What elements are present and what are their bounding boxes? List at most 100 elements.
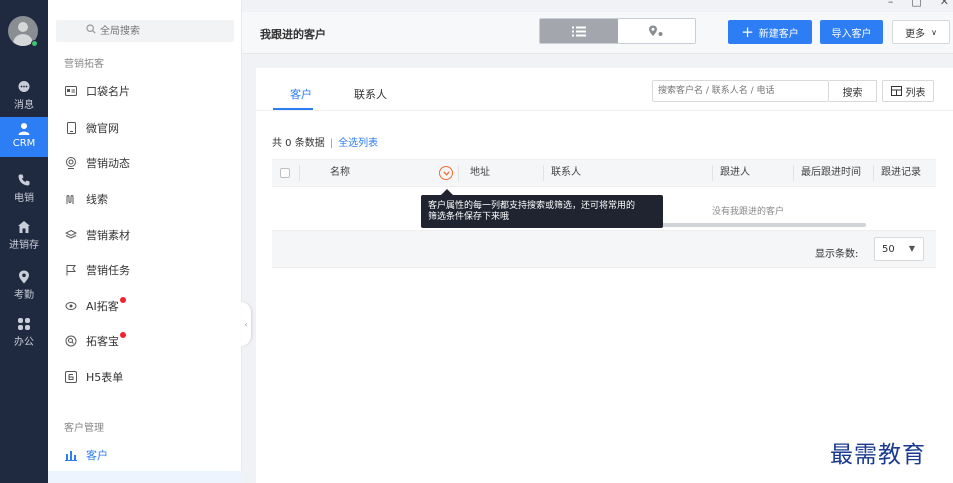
column-header-address[interactable]: 地址 (470, 160, 490, 186)
notification-badge (119, 297, 126, 303)
rail-item-label: 办公 (14, 337, 34, 348)
tooltip-line-2: 筛选条件保存下来哦 (428, 212, 510, 222)
sidebar-item-customers[interactable]: 客户 (64, 444, 234, 466)
sidebar-active-sub-item[interactable] (48, 471, 242, 483)
tooltip-line-1: 客户属性的每一列都支持搜索或筛选，还可将常用的 (428, 201, 636, 211)
sidebar-item-micro-site[interactable]: 微官网 (64, 117, 234, 139)
rail-item-messages[interactable]: 消息 (0, 75, 48, 115)
select-all-link[interactable]: 全选列表 (338, 138, 378, 149)
chevron-left-icon: ‹ (244, 319, 248, 329)
column-header-contact[interactable]: 联系人 (551, 160, 581, 186)
tab-customers[interactable]: 客户 (290, 86, 312, 102)
location-pin-icon (19, 270, 29, 284)
search-button[interactable]: 搜索 (829, 80, 877, 102)
sidebar-item-label: 线索 (86, 193, 108, 206)
layers-icon (64, 228, 78, 242)
maximize-button[interactable]: □ (911, 0, 921, 8)
plus-icon: + (741, 23, 754, 41)
online-status-dot (31, 40, 38, 47)
table-icon (890, 86, 902, 96)
map-view-button[interactable] (617, 19, 695, 43)
phone-icon (18, 174, 30, 186)
home-icon (18, 221, 30, 233)
apps-grid-icon (18, 318, 30, 330)
pagination-bar: 显示条数: 50 ▼ (272, 230, 936, 268)
column-filter-icon[interactable] (439, 166, 453, 180)
list-mode-button[interactable]: 列表 (882, 80, 934, 102)
column-divider (793, 165, 794, 181)
sidebar-item-marketing-materials[interactable]: 营销素材 (64, 224, 234, 246)
content-card: 客户 联系人 搜索 列表 共 0 条数据 | 全选列表 名称 地址 联系人 跟进人 … (256, 68, 953, 483)
message-icon (18, 81, 30, 92)
column-divider (712, 165, 713, 181)
sidebar-item-label: H5表单 (86, 371, 124, 384)
rail-item-label: 消息 (14, 100, 34, 111)
customer-search-input[interactable] (653, 81, 828, 101)
rail-item-office[interactable]: 办公 (0, 312, 48, 352)
page-title: 我跟进的客户 (260, 28, 326, 41)
sidebar-collapse-button[interactable]: ‹ (241, 302, 251, 346)
rail-item-label: 进销存 (9, 240, 39, 251)
form-icon (64, 370, 78, 384)
global-search[interactable] (56, 20, 234, 42)
ai-icon (64, 299, 78, 313)
column-header-name[interactable]: 名称 (330, 160, 350, 186)
sidebar-item-label: AI拓客 (86, 300, 119, 313)
chevron-down-icon: ∨ (931, 27, 937, 37)
sidebar-item-label: 微官网 (86, 122, 119, 135)
sidebar-item-tuokebao[interactable]: 拓客宝 (64, 330, 234, 352)
new-customer-button[interactable]: + 新建客户 (728, 20, 812, 44)
column-divider (299, 165, 300, 181)
table-header: 名称 地址 联系人 跟进人 最后跟进时间 跟进记录 (272, 159, 936, 187)
column-header-follow-records[interactable]: 跟进记录 (881, 160, 921, 186)
watermark-logo: 最需教育 (830, 442, 926, 468)
import-customer-label: 导入客户 (831, 28, 872, 40)
app-rail: 消息 CRM 电销 进销存 考勤 办公 (0, 0, 48, 483)
column-divider (543, 165, 544, 181)
sidebar-item-ai-prospecting[interactable]: AI拓客 (64, 295, 234, 317)
tab-contacts[interactable]: 联系人 (354, 86, 387, 102)
column-divider (873, 165, 874, 181)
minimize-button[interactable]: – (888, 0, 894, 8)
sidebar-group-marketing: 营销拓客 (64, 59, 104, 70)
notification-badge (120, 332, 126, 338)
sidebar-item-pocket-card[interactable]: 口袋名片 (64, 80, 234, 102)
rail-item-attendance[interactable]: 考勤 (0, 265, 48, 305)
record-count: 共 0 条数据 (272, 138, 325, 149)
sidebar-item-label: 营销动态 (86, 157, 130, 170)
sidebar-item-marketing-tasks[interactable]: 营销任务 (64, 259, 234, 281)
clue-icon (64, 192, 78, 206)
view-toggle (539, 18, 696, 44)
customer-search-box[interactable] (652, 80, 829, 102)
rail-item-crm[interactable]: CRM (0, 117, 48, 157)
search-icon (86, 24, 96, 34)
radar-icon (64, 156, 78, 170)
sidebar-item-marketing-activity[interactable]: 营销动态 (64, 152, 234, 174)
close-button[interactable]: ✕ (940, 0, 949, 8)
sidebar-group-customer: 客户管理 (64, 423, 104, 434)
select-all-checkbox[interactable] (280, 168, 290, 178)
page-size-select[interactable]: 50 ▼ (874, 237, 924, 261)
global-search-input[interactable] (100, 23, 220, 39)
sidebar-item-label: 拓客宝 (86, 335, 119, 348)
more-dropdown[interactable]: 更多 ∨ (892, 20, 950, 44)
sidebar-item-h5-form[interactable]: H5表单 (64, 366, 234, 388)
map-pin-icon (649, 25, 663, 36)
rail-item-telesales[interactable]: 电销 (0, 168, 48, 208)
import-customer-button[interactable]: 导入客户 (820, 20, 883, 44)
mobile-icon (64, 121, 78, 135)
sidebar-item-label: 客户 (86, 449, 108, 462)
window-controls: – □ ✕ (888, 0, 953, 8)
card-icon (64, 84, 78, 98)
column-header-follower[interactable]: 跟进人 (720, 160, 750, 186)
list-view-button[interactable] (540, 19, 618, 43)
record-summary: 共 0 条数据 | 全选列表 (272, 134, 378, 149)
column-divider (458, 165, 459, 181)
column-header-last-follow-time[interactable]: 最后跟进时间 (801, 160, 861, 186)
caret-down-icon: ▼ (908, 244, 915, 253)
page-size-label: 显示条数: (815, 249, 859, 260)
more-label: 更多 (905, 28, 926, 40)
rail-item-inventory[interactable]: 进销存 (0, 215, 48, 255)
tabs-divider (256, 110, 953, 111)
sidebar-item-leads[interactable]: 线索 (64, 188, 234, 210)
